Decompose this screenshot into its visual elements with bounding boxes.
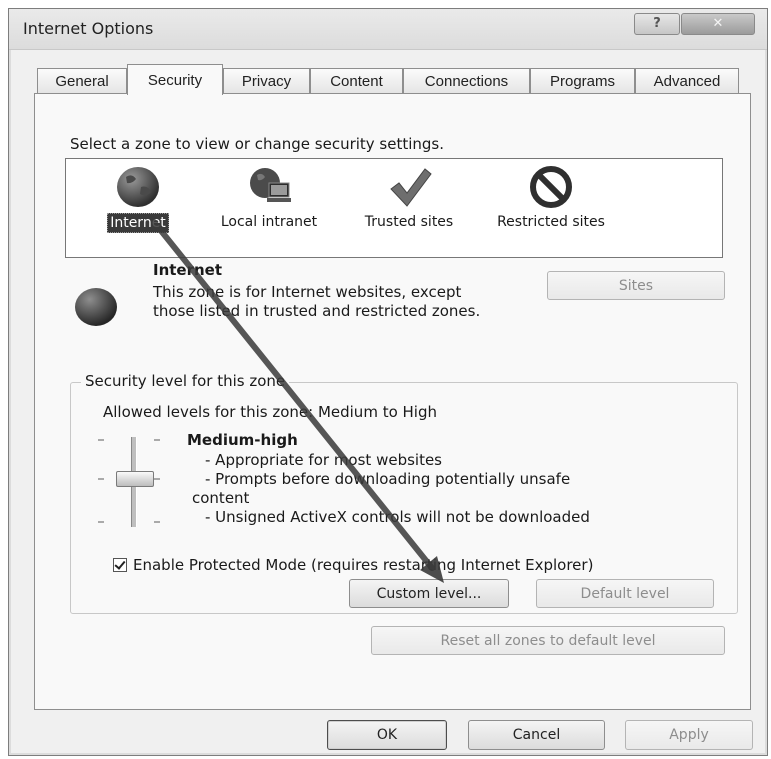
zone-label-internet: Internet [107,213,169,233]
window-title: Internet Options [23,19,154,38]
zone-internet[interactable]: Internet [78,163,198,233]
sites-button[interactable]: Sites [547,271,725,300]
level-detail-line: content [192,489,250,507]
globe-icon [75,288,117,326]
zone-label-trusted-sites: Trusted sites [364,214,454,230]
globe-icon [117,167,159,207]
protected-mode-checkbox[interactable] [113,558,127,572]
zone-description: This zone is for Internet websites, exce… [153,283,481,320]
zone-label-local-intranet: Local intranet [220,214,318,230]
zone-prompt: Select a zone to view or change security… [70,135,445,153]
zone-local-intranet[interactable]: Local intranet [209,163,329,231]
no-entry-icon [530,166,572,208]
close-button[interactable]: ✕ [681,13,755,35]
allowed-levels: Allowed levels for this zone: Medium to … [103,403,437,421]
checkmark-icon [390,168,432,207]
apply-button[interactable]: Apply [625,720,753,750]
reset-all-zones-button[interactable]: Reset all zones to default level [371,626,725,655]
ok-button[interactable]: OK [327,720,447,750]
security-level-group: Security level for this zone Allowed lev… [70,372,738,614]
level-detail-line: - Prompts before downloading potentially… [205,470,571,488]
zone-label-restricted-sites: Restricted sites [497,214,605,230]
tab-security[interactable]: Security [127,64,223,95]
custom-level-button[interactable]: Custom level... [349,579,509,608]
zone-title: Internet [153,261,223,279]
default-level-button[interactable]: Default level [536,579,714,608]
tab-connections[interactable]: Connections [403,68,530,94]
security-level-legend: Security level for this zone [81,372,290,390]
zone-restricted-sites[interactable]: Restricted sites [491,163,611,231]
intranet-icon [250,168,291,202]
level-detail-line: - Appropriate for most websites [205,451,442,469]
tab-programs[interactable]: Programs [530,68,635,94]
security-tab-panel: Select a zone to view or change security… [34,93,751,710]
zone-list: Internet Local intranet Trusted sites Re… [65,158,723,258]
cancel-button[interactable]: Cancel [468,720,605,750]
security-level-slider[interactable] [98,431,168,531]
level-detail-line: - Unsigned ActiveX controls will not be … [205,508,590,526]
zone-trusted-sites[interactable]: Trusted sites [349,163,469,231]
protected-mode-label: Enable Protected Mode (requires restarti… [133,556,594,574]
level-name: Medium-high [187,431,298,449]
protected-mode-option[interactable]: Enable Protected Mode (requires restarti… [113,556,593,574]
slider-thumb[interactable] [116,471,154,487]
tab-privacy[interactable]: Privacy [223,68,310,94]
title-bar: Internet Options ? ✕ [9,9,767,50]
internet-options-dialog: Internet Options ? ✕ General Security Pr… [8,8,768,756]
level-description: - Appropriate for most websites - Prompt… [192,451,711,527]
help-button[interactable]: ? [634,13,680,35]
tab-content[interactable]: Content [310,68,403,94]
tab-advanced[interactable]: Advanced [635,68,739,94]
tab-general[interactable]: General [37,68,127,94]
